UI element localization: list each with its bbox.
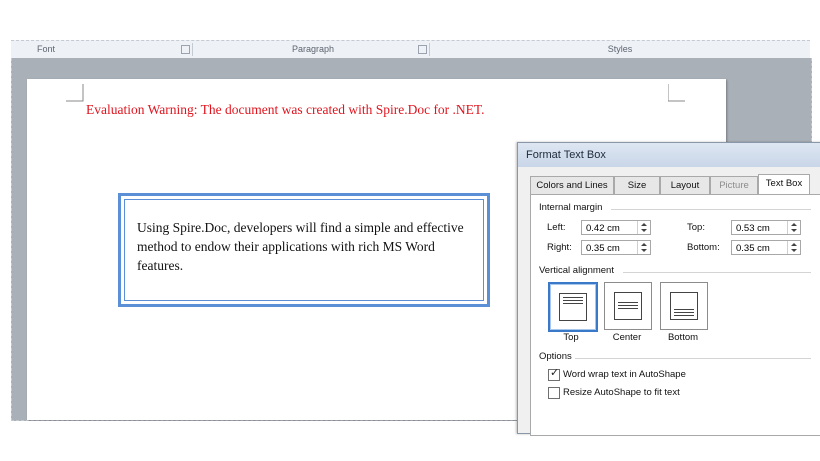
tab-layout[interactable]: Layout (660, 176, 710, 194)
tab-text-box[interactable]: Text Box (758, 174, 810, 194)
evaluation-warning: Evaluation Warning: The document was cre… (86, 102, 485, 117)
top-margin-value: 0.53 cm (736, 223, 770, 234)
align-bottom-icon (670, 292, 698, 320)
text-box-shape[interactable]: Using Spire.Doc, developers will find a … (118, 193, 490, 307)
spin-up-icon[interactable] (641, 243, 647, 246)
crop-mark-top-right-icon (668, 84, 685, 102)
right-margin-spinner[interactable]: 0.35 cm (581, 240, 651, 255)
vertical-alignment-heading: Vertical alignment (539, 265, 614, 276)
left-margin-spinner[interactable]: 0.42 cm (581, 220, 651, 235)
bottom-margin-label: Bottom: (687, 242, 720, 253)
word-wrap-checkbox[interactable]: ✓ (548, 367, 560, 381)
section-divider (575, 358, 811, 359)
crop-mark-top-left-icon (66, 84, 84, 102)
spin-down-icon[interactable] (641, 249, 647, 252)
align-top-icon (559, 293, 587, 321)
align-top-button[interactable] (548, 282, 598, 332)
resize-autoshape-checkbox[interactable]: ✓ (548, 387, 560, 399)
font-dialog-launcher-icon[interactable] (181, 45, 190, 54)
spin-up-icon[interactable] (791, 243, 797, 246)
spinner-buttons[interactable] (787, 221, 800, 234)
tab-size[interactable]: Size (614, 176, 660, 194)
ribbon-group-styles: Styles (430, 41, 810, 58)
ribbon-group-font: Font (11, 41, 81, 58)
paragraph-dialog-launcher-icon[interactable] (418, 45, 427, 54)
checkmark-icon: ✓ (550, 367, 560, 379)
word-wrap-label: Word wrap text in AutoShape (563, 369, 686, 380)
section-divider (611, 209, 811, 210)
tab-colors-and-lines[interactable]: Colors and Lines (530, 176, 614, 194)
text-box-tab-panel: Internal margin Left: 0.42 cm Right: 0.3… (530, 194, 820, 436)
dialog-title: Format Text Box (518, 143, 820, 167)
spinner-buttons[interactable] (787, 241, 800, 254)
align-center-button[interactable] (604, 282, 652, 330)
align-bottom-button[interactable] (660, 282, 708, 330)
bottom-margin-spinner[interactable]: 0.35 cm (731, 240, 801, 255)
ribbon-group-styles-label: Styles (607, 44, 633, 54)
spin-down-icon[interactable] (791, 249, 797, 252)
spin-down-icon[interactable] (791, 229, 797, 232)
ribbon-group-font-label: Font (36, 44, 55, 54)
spinner-buttons[interactable] (637, 221, 650, 234)
top-margin-label: Top: (687, 222, 705, 233)
spin-up-icon[interactable] (791, 223, 797, 226)
resize-autoshape-label: Resize AutoShape to fit text (563, 387, 680, 398)
align-top-label: Top (563, 332, 579, 343)
tab-picture[interactable]: Picture (710, 176, 758, 194)
ribbon-group-paragraph: Paragraph (193, 41, 433, 58)
left-margin-label: Left: (547, 222, 566, 233)
align-center-label: Center (612, 332, 642, 343)
right-margin-label: Right: (547, 242, 572, 253)
internal-margin-heading: Internal margin (539, 202, 603, 213)
top-margin-spinner[interactable]: 0.53 cm (731, 220, 801, 235)
ribbon-group-strip: Font Paragraph Styles (11, 40, 810, 59)
format-text-box-dialog: Format Text Box Colors and Lines Size La… (517, 142, 820, 436)
spinner-buttons[interactable] (637, 241, 650, 254)
spin-down-icon[interactable] (641, 229, 647, 232)
align-bottom-label: Bottom (667, 332, 699, 343)
text-box-content[interactable]: Using Spire.Doc, developers will find a … (137, 218, 467, 275)
left-margin-value: 0.42 cm (586, 223, 620, 234)
spin-up-icon[interactable] (641, 223, 647, 226)
align-center-icon (614, 292, 642, 320)
ribbon-group-paragraph-label: Paragraph (291, 44, 335, 54)
right-margin-value: 0.35 cm (586, 243, 620, 254)
section-divider (623, 272, 811, 273)
options-heading: Options (539, 351, 572, 362)
bottom-margin-value: 0.35 cm (736, 243, 770, 254)
